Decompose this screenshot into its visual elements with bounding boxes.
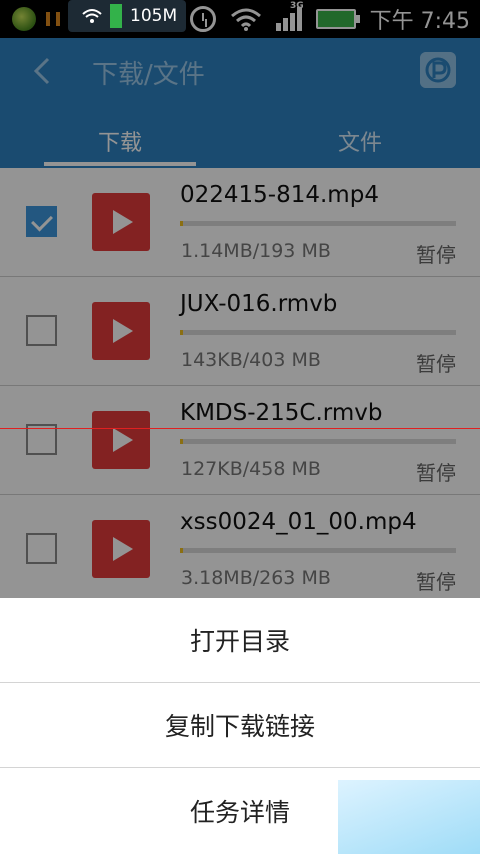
wifi-icon [82,9,102,23]
play-icon[interactable] [92,193,150,251]
play-icon[interactable] [92,411,150,469]
battery-charging-icon [315,9,360,29]
ball-app-icon [12,7,36,31]
tab-bar: 下载 文件 [0,114,480,168]
file-size: 127KB/458 MB [181,458,321,480]
speed-indicator [110,4,122,28]
signal-icon: 3G [275,1,304,31]
progress-bar [180,330,456,335]
row-checkbox[interactable] [26,533,57,564]
file-name: KMDS-215C.rmvb [180,400,383,426]
divider-line [0,428,480,429]
download-row[interactable]: KMDS-215C.rmvb 127KB/458 MB 暂停 [0,386,480,495]
decorative-overlay [338,780,480,854]
download-row[interactable]: 022415-814.mp4 1.14MB/193 MB 暂停 [0,168,480,277]
page-title: 下载/文件 [92,60,205,90]
download-state[interactable]: 暂停 [416,348,456,377]
alarm-icon [189,6,216,32]
menu-copy-download-link[interactable]: 复制下载链接 [0,683,480,768]
screen: 3G 下午 7:45 下载/文件 下载 文件 105M 022415-814.m… [0,0,480,854]
tab-files[interactable]: 文件 [240,114,480,168]
file-size: 3.18MB/263 MB [181,567,331,589]
file-name: JUX-016.rmvb [180,291,338,317]
file-name: xss0024_01_00.mp4 [180,509,417,535]
progress-bar [180,221,456,226]
download-list: 022415-814.mp4 1.14MB/193 MB 暂停 JUX-016.… [0,168,480,604]
download-row[interactable]: xss0024_01_00.mp4 3.18MB/263 MB 暂停 [0,495,480,604]
tab-download[interactable]: 下载 [0,114,240,168]
download-state[interactable]: 暂停 [416,239,456,268]
network-speed: 105M [130,6,178,26]
play-icon[interactable] [92,302,150,360]
app-header: 下载/文件 下载 文件 [0,38,480,168]
download-state[interactable]: 暂停 [416,566,456,595]
network-speed-badge: 105M [68,0,186,32]
p-logo-icon[interactable] [420,52,456,88]
row-checkbox[interactable] [26,315,57,346]
progress-bar [180,548,456,553]
network-type: 3G [289,1,304,11]
file-size: 143KB/403 MB [181,349,321,371]
chevron-left-icon[interactable] [30,56,54,86]
download-row[interactable]: JUX-016.rmvb 143KB/403 MB 暂停 [0,277,480,386]
play-icon[interactable] [92,520,150,578]
download-state[interactable]: 暂停 [416,457,456,486]
status-time: 下午 7:45 [369,9,470,34]
progress-bar [180,439,456,444]
pause-icon [46,9,60,29]
row-checkbox[interactable] [26,206,57,237]
file-size: 1.14MB/193 MB [181,240,331,262]
file-name: 022415-814.mp4 [180,182,379,208]
wifi-icon [230,8,261,31]
menu-open-directory[interactable]: 打开目录 [0,598,480,683]
